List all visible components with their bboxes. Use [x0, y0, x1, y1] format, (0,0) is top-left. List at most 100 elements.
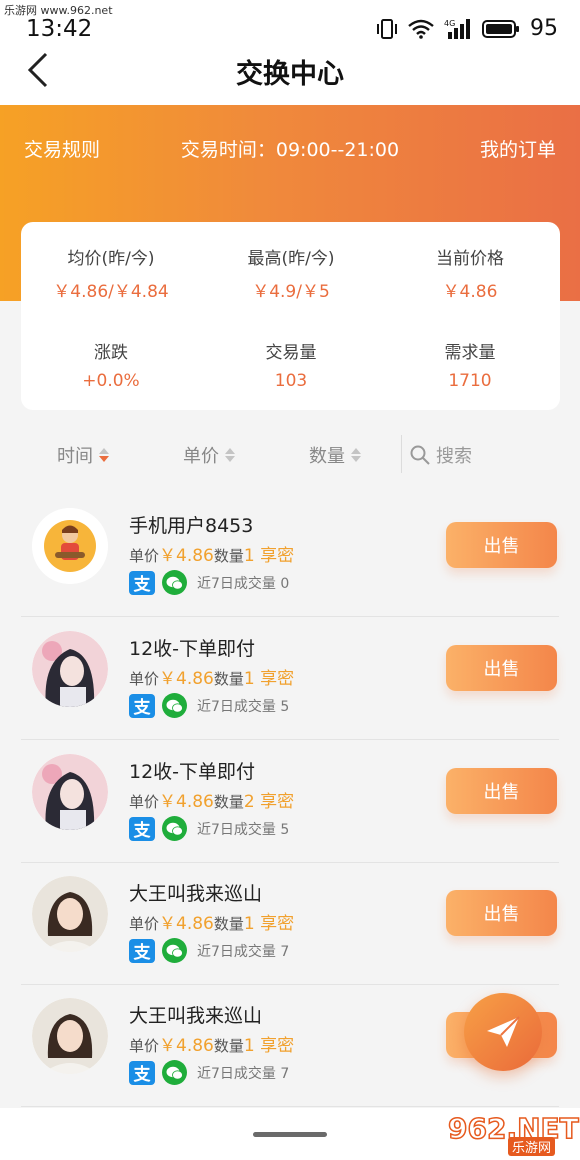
weekly-volume: 近7日成交量 7: [197, 1063, 289, 1083]
alipay-icon: 支: [129, 816, 155, 841]
stat-change: 涨跌 +0.0%: [21, 338, 201, 391]
sell-button[interactable]: 出售: [446, 522, 557, 568]
signal-icon: 4G: [444, 18, 472, 40]
price-label: 单价: [129, 547, 160, 565]
unit-price: ￥4.86: [159, 669, 214, 689]
avatar[interactable]: [32, 508, 108, 584]
wechat-icon: [162, 816, 187, 841]
unit-price: ￥4.86: [159, 546, 214, 566]
stat-label: 交易量: [265, 343, 317, 363]
sort-label: 单价: [183, 446, 219, 467]
sort-by-quantity[interactable]: 数量: [309, 442, 361, 468]
search-button[interactable]: 搜索: [410, 442, 472, 468]
qty-label: 数量: [213, 1037, 244, 1055]
stat-highest: 最高(昨/今) ￥4.9/￥5: [201, 244, 381, 302]
payment-methods: 支 近7日成交量 0: [129, 570, 289, 595]
wifi-icon: [408, 19, 434, 39]
alipay-icon: 支: [129, 938, 155, 963]
stat-label: 当前价格: [436, 249, 504, 269]
avatar[interactable]: [32, 631, 108, 707]
weekly-volume: 近7日成交量 0: [197, 573, 289, 593]
list-item: 手机用户8453 单价￥4.86数量1 享密 支 近7日成交量 0 出售: [0, 494, 580, 617]
search-label: 搜索: [436, 446, 472, 467]
sort-arrows-icon: [99, 448, 109, 462]
divider: [401, 435, 402, 473]
sort-arrows-icon: [225, 448, 235, 462]
quantity: 1 享密: [243, 669, 295, 689]
watermark-sub: 乐游网: [508, 1137, 556, 1156]
quantity: 1 享密: [243, 1036, 295, 1056]
volume-value: 7: [280, 1065, 290, 1082]
volume-label: 近7日成交量: [197, 943, 276, 960]
list-item: 12收-下单即付 单价￥4.86数量1 享密 支 近7日成交量 5 出售: [0, 617, 580, 740]
payment-methods: 支 近7日成交量 7: [129, 938, 289, 963]
qty-label: 数量: [213, 793, 244, 811]
volume-value: 5: [280, 698, 290, 715]
sell-button[interactable]: 出售: [446, 768, 557, 814]
divider: [21, 1106, 559, 1107]
sort-by-time[interactable]: 时间: [57, 442, 109, 468]
publish-fab-button[interactable]: [464, 993, 542, 1071]
vibrate-icon: [376, 18, 398, 39]
my-orders-link[interactable]: 我的订单: [480, 135, 556, 162]
user-name: 手机用户8453: [129, 515, 254, 537]
offer-details: 单价￥4.86数量1 享密: [129, 541, 294, 566]
stat-average: 均价(昨/今) ￥4.86/￥4.84: [21, 244, 201, 302]
volume-label: 近7日成交量: [197, 821, 276, 838]
home-indicator[interactable]: [253, 1132, 327, 1137]
stat-value: +0.0%: [82, 371, 140, 391]
stat-label: 需求量: [444, 343, 496, 363]
network-type: 4G: [444, 19, 455, 28]
price-label: 单价: [129, 1037, 160, 1055]
page-title: 交换中心: [236, 59, 344, 90]
wechat-icon: [162, 570, 187, 595]
user-name: 大王叫我来巡山: [129, 883, 263, 905]
battery-icon: [482, 19, 520, 39]
offer-details: 单价￥4.86数量1 享密: [129, 1031, 294, 1056]
list-item: 大王叫我来巡山 单价￥4.86数量1 享密 支 近7日成交量 7 出售: [0, 862, 580, 985]
quantity: 1 享密: [243, 914, 295, 934]
avatar[interactable]: [32, 998, 108, 1074]
stat-value: ￥4.86/￥4.84: [53, 282, 169, 302]
qty-label: 数量: [213, 670, 244, 688]
sell-button[interactable]: 出售: [446, 890, 557, 936]
stat-current-price: 当前价格 ￥4.86: [380, 244, 560, 302]
qty-label: 数量: [213, 547, 244, 565]
price-label: 单价: [129, 793, 160, 811]
avatar[interactable]: [32, 876, 108, 952]
weekly-volume: 近7日成交量 7: [197, 941, 289, 961]
wechat-icon: [162, 938, 187, 963]
alipay-icon: 支: [129, 693, 155, 718]
alipay-icon: 支: [129, 570, 155, 595]
paper-plane-icon: [487, 1016, 520, 1047]
sort-label: 时间: [57, 446, 93, 467]
unit-price: ￥4.86: [159, 1036, 214, 1056]
user-name: 12收-下单即付: [129, 638, 256, 660]
price-label: 单价: [129, 915, 160, 933]
search-icon: [410, 445, 430, 465]
stats-card: 均价(昨/今) ￥4.86/￥4.84 最高(昨/今) ￥4.9/￥5 当前价格…: [21, 222, 560, 410]
offer-details: 单价￥4.86数量1 享密: [129, 909, 294, 934]
stat-value: 1710: [448, 371, 492, 391]
volume-label: 近7日成交量: [197, 698, 276, 715]
sort-arrows-icon: [351, 448, 361, 462]
stat-demand: 需求量 1710: [380, 338, 560, 391]
nav-bar: 交换中心: [0, 40, 580, 100]
battery-level: 95: [530, 16, 558, 41]
sell-button[interactable]: 出售: [446, 645, 557, 691]
unit-price: ￥4.86: [159, 792, 214, 812]
sort-by-price[interactable]: 单价: [183, 442, 235, 468]
stat-volume: 交易量 103: [201, 338, 381, 391]
payment-methods: 支 近7日成交量 5: [129, 693, 289, 718]
stat-label: 最高(昨/今): [247, 249, 335, 269]
weekly-volume: 近7日成交量 5: [197, 696, 289, 716]
user-name: 12收-下单即付: [129, 761, 256, 783]
offer-details: 单价￥4.86数量1 享密: [129, 664, 294, 689]
avatar[interactable]: [32, 754, 108, 830]
stat-label: 均价(昨/今): [67, 249, 155, 269]
stat-label: 涨跌: [94, 343, 128, 363]
volume-label: 近7日成交量: [197, 1065, 276, 1082]
stat-value: 103: [274, 371, 308, 391]
volume-value: 7: [280, 943, 290, 960]
banner-links: 交易规则 交易时间：09:00--21:00 我的订单: [0, 135, 580, 167]
